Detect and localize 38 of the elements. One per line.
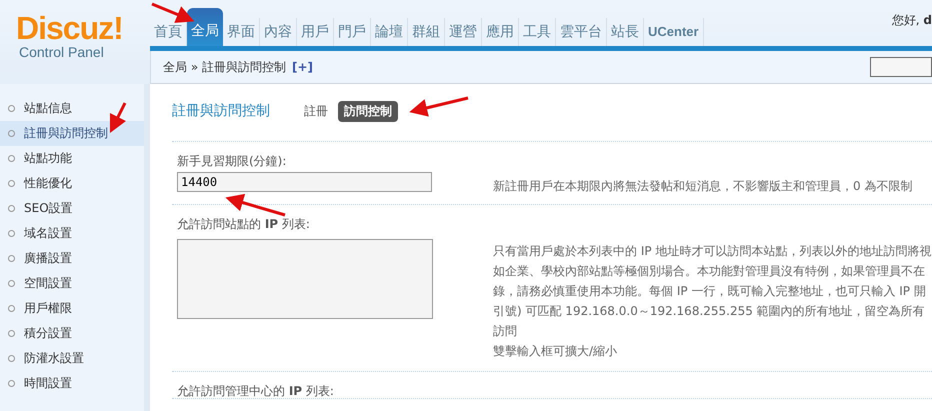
annotation-arrow: [225, 194, 286, 216]
help-text: 引號) 可匹配 192.168.0.0～192.168.255.255 範圍內的所有地址，留空為所有: [493, 303, 926, 320]
input-field[interactable]: 14400: [177, 172, 432, 192]
page-title: 註冊與訪問控制: [172, 102, 270, 120]
sub-tab[interactable]: 訪問控制: [338, 100, 398, 122]
annotation-arrow: [151, 2, 194, 23]
help-text: 雙擊輸入框可擴大/縮小: [493, 343, 618, 360]
sidebar-item[interactable]: 時間設置: [0, 371, 144, 396]
help-text: 如企業、學校內部站點等極個別場合。本功能對管理員沒有特例，如果管理員不在: [493, 263, 926, 280]
text-area[interactable]: [177, 239, 433, 319]
sidebar-item[interactable]: 站點信息: [0, 96, 144, 121]
sub-tab[interactable]: 註冊: [298, 100, 334, 122]
sidebar-item[interactable]: 廣播設置: [0, 246, 144, 271]
annotation-arrow: [409, 96, 468, 117]
breadcrumb: 全局 » 註冊與訪問控制: [163, 58, 286, 76]
setting-label: 允許訪問管理中心的 IP 列表:: [176, 383, 335, 398]
sidebar-item[interactable]: 防灌水設置: [0, 346, 144, 371]
logo-title: Discuz!: [16, 12, 124, 44]
annotation-arrow: [110, 102, 126, 134]
sidebar-item[interactable]: 站點功能: [0, 146, 144, 171]
setting-label: 新手見習期限(分鐘):: [176, 153, 288, 168]
sidebar-item[interactable]: SEO設置: [0, 196, 144, 221]
nav-tab[interactable]: 全局: [187, 8, 223, 46]
help-text: 錄，請務必慎重使用本功能。每個 IP 一行，既可輸入完整地址，也可只輸入 IP 開: [493, 283, 927, 300]
sidebar-item[interactable]: 積分設置: [0, 321, 144, 346]
add-link[interactable]: [+]: [292, 60, 314, 74]
help-text: 訪問: [493, 323, 518, 340]
greeting: 您好, d: [892, 12, 932, 29]
help-text: 新註冊用戶在本期限內將無法發帖和短消息，不影響版主和管理員，0 為不限制: [493, 178, 912, 195]
sidebar-item[interactable]: 性能優化: [0, 171, 144, 196]
sidebar-item[interactable]: 用戶權限: [0, 296, 144, 321]
search-field[interactable]: [870, 57, 932, 77]
logo-subtitle: Control Panel: [19, 44, 105, 60]
setting-label: 允許訪問站點的 IP 列表:: [176, 216, 311, 231]
sidebar-item[interactable]: 域名設置: [0, 221, 144, 246]
sidebar-item[interactable]: 註冊與訪問控制: [0, 121, 144, 146]
help-text: 只有當用戶處於本列表中的 IP 地址時才可以訪問本站點，列表以外的地址訪問將視: [493, 243, 932, 260]
sidebar-item[interactable]: 空間設置: [0, 271, 144, 296]
